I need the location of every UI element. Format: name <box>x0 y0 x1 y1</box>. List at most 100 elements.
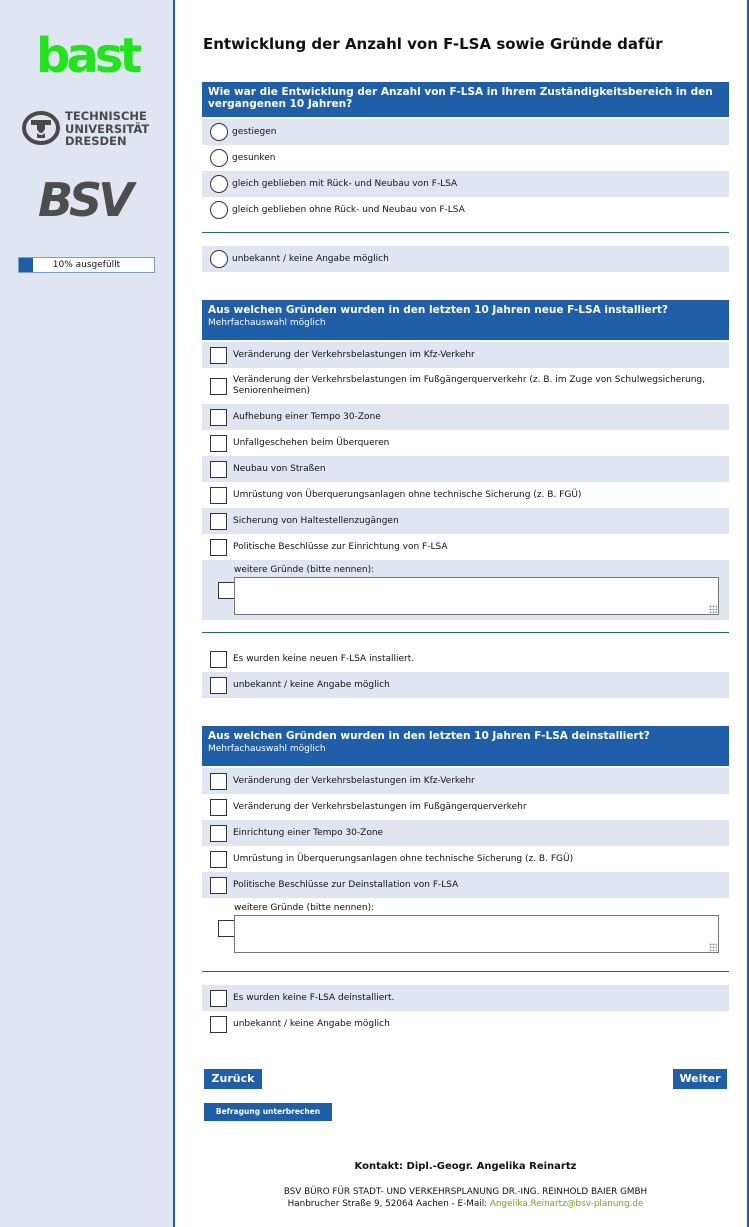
radio-button[interactable] <box>210 149 228 167</box>
q2-option-none[interactable]: Es wurden keine neuen F-LSA installiert. <box>202 646 729 672</box>
tud-line-1: TECHNISCHE <box>65 109 147 123</box>
option-label: Veränderung der Verkehrsbelastungen im K… <box>233 349 475 360</box>
checkbox[interactable] <box>210 434 227 452</box>
option-label: Politische Beschlüsse zur Deinstallation… <box>233 879 459 890</box>
q2-option-8[interactable]: Politische Beschlüsse zur Einrichtung vo… <box>202 534 729 560</box>
question-3-header: Aus welchen Gründen wurden in den letzte… <box>202 726 729 766</box>
progress-bar: 10% ausgefüllt <box>18 257 155 273</box>
radio-button[interactable] <box>210 175 228 193</box>
option-label: Umrüstung von Überquerungsanlagen ohne t… <box>233 489 582 500</box>
option-label: Sicherung von Haltestellenzugängen <box>233 515 399 526</box>
bast-logo: bast <box>36 28 142 84</box>
option-label: unbekannt / keine Angabe möglich <box>233 1018 390 1029</box>
option-label: gleich geblieben ohne Rück- und Neubau v… <box>232 204 465 215</box>
q3-option-5[interactable]: Politische Beschlüsse zur Deinstallation… <box>202 872 729 898</box>
question-1-header: Wie war die Entwicklung der Anzahl von F… <box>202 82 729 117</box>
checkbox[interactable] <box>210 460 227 478</box>
checkbox[interactable] <box>210 850 227 868</box>
q3-option-none[interactable]: Es wurden keine F-LSA deinstalliert. <box>202 985 729 1011</box>
q1-option-gesunken[interactable]: gesunken <box>202 145 729 171</box>
q1-option-unknown[interactable]: unbekannt / keine Angabe möglich <box>202 246 729 272</box>
tu-dresden-logo: TECHNISCHE UNIVERSITÄT DRESDEN <box>22 108 162 152</box>
q1-option-gleich-mit-neubau[interactable]: gleich geblieben mit Rück- und Neubau vo… <box>202 171 729 197</box>
option-label: gestiegen <box>232 126 277 137</box>
tu-dresden-emblem-icon <box>22 111 60 145</box>
q2-option-5[interactable]: Neubau von Straßen <box>202 456 729 482</box>
other-reasons-textarea[interactable] <box>234 577 719 615</box>
radio-button[interactable] <box>210 250 228 268</box>
checkbox[interactable] <box>210 650 227 668</box>
option-label: Veränderung der Verkehrsbelastungen im K… <box>233 775 475 786</box>
resize-grip-icon[interactable] <box>709 605 717 613</box>
progress-label: 10% ausgefüllt <box>52 260 121 270</box>
option-label: unbekannt / keine Angabe möglich <box>232 253 389 264</box>
other-reasons-textarea[interactable] <box>234 915 719 953</box>
checkbox[interactable] <box>210 989 227 1007</box>
option-label: Es wurden keine neuen F-LSA installiert. <box>233 653 415 664</box>
option-label: Veränderung der Verkehrsbelastungen im F… <box>233 375 706 396</box>
checkbox[interactable] <box>210 876 227 894</box>
option-label: Neubau von Straßen <box>233 463 326 474</box>
question-1-text: Wie war die Entwicklung der Anzahl von F… <box>208 86 713 110</box>
q2-option-1[interactable]: Veränderung der Verkehrsbelastungen im K… <box>202 342 729 368</box>
option-label: unbekannt / keine Angabe möglich <box>233 679 390 690</box>
bsv-logo-graphic: BSV <box>38 173 141 227</box>
survey-main: Entwicklung der Anzahl von F-LSA sowie G… <box>177 0 749 1227</box>
checkbox[interactable] <box>210 772 227 790</box>
next-button[interactable]: Weiter <box>673 1069 727 1089</box>
checkbox[interactable] <box>210 486 227 504</box>
question-2-hint: Mehrfachauswahl möglich <box>208 318 326 328</box>
checkbox[interactable] <box>210 512 227 530</box>
q2-option-4[interactable]: Unfallgeschehen beim Überqueren <box>202 430 729 456</box>
checkbox[interactable] <box>218 920 235 937</box>
q2-option-2[interactable]: Veränderung der Verkehrsbelastungen im F… <box>202 368 729 404</box>
divider <box>202 971 729 972</box>
resize-grip-icon[interactable] <box>709 943 717 951</box>
tud-line-3: DRESDEN <box>65 134 127 148</box>
q2-option-3[interactable]: Aufhebung einer Tempo 30-Zone <box>202 404 729 430</box>
sidebar: bast TECHNISCHE UNIVERSITÄT DRESDEN BSV … <box>0 0 175 1227</box>
q2-other-reasons: weitere Gründe (bitte nennen): <box>202 560 729 620</box>
q3-option-4[interactable]: Umrüstung in Überquerungsanlagen ohne te… <box>202 846 729 872</box>
option-label: Einrichtung einer Tempo 30-Zone <box>233 827 384 838</box>
radio-button[interactable] <box>210 201 228 219</box>
divider <box>202 232 729 233</box>
option-label: gesunken <box>232 152 276 163</box>
radio-button[interactable] <box>210 123 228 141</box>
checkbox[interactable] <box>210 1015 227 1033</box>
bsv-logo-text: BSV <box>38 176 137 222</box>
option-label: Politische Beschlüsse zur Einrichtung vo… <box>233 541 448 552</box>
checkbox[interactable] <box>218 582 235 599</box>
checkbox[interactable] <box>210 676 227 694</box>
q3-option-3[interactable]: Einrichtung einer Tempo 30-Zone <box>202 820 729 846</box>
question-3-text: Aus welchen Gründen wurden in den letzte… <box>208 730 650 742</box>
q2-option-7[interactable]: Sicherung von Haltestellenzugängen <box>202 508 729 534</box>
pause-survey-button[interactable]: Befragung unterbrechen <box>204 1103 332 1121</box>
checkbox[interactable] <box>210 538 227 556</box>
back-button[interactable]: Zurück <box>204 1069 262 1089</box>
q2-option-unknown[interactable]: unbekannt / keine Angabe möglich <box>202 672 729 698</box>
other-reasons-label: weitere Gründe (bitte nennen): <box>234 903 375 913</box>
checkbox[interactable] <box>210 824 227 842</box>
bsv-logo: BSV <box>36 173 146 227</box>
checkbox[interactable] <box>210 798 227 816</box>
other-reasons-label: weitere Gründe (bitte nennen): <box>234 565 375 575</box>
checkbox[interactable] <box>210 408 227 426</box>
option-label: Es wurden keine F-LSA deinstalliert. <box>233 992 395 1003</box>
q3-option-2[interactable]: Veränderung der Verkehrsbelastungen im F… <box>202 794 729 820</box>
q1-option-gestiegen[interactable]: gestiegen <box>202 119 729 145</box>
question-2-text: Aus welchen Gründen wurden in den letzte… <box>208 304 669 316</box>
checkbox[interactable] <box>210 346 227 364</box>
q3-option-1[interactable]: Veränderung der Verkehrsbelastungen im K… <box>202 768 729 794</box>
footer-email-link[interactable]: Angelika.Reinartz@bsv-planung.de <box>490 1199 643 1209</box>
q2-option-6[interactable]: Umrüstung von Überquerungsanlagen ohne t… <box>202 482 729 508</box>
q1-option-gleich-ohne-neubau[interactable]: gleich geblieben ohne Rück- und Neubau v… <box>202 197 729 223</box>
footer-address-line: Hanbrucher Straße 9, 52064 Aachen - E-Ma… <box>202 1198 729 1210</box>
question-3-hint: Mehrfachauswahl möglich <box>208 744 326 754</box>
checkbox[interactable] <box>210 377 227 395</box>
q3-option-unknown[interactable]: unbekannt / keine Angabe möglich <box>202 1011 729 1037</box>
page-title: Entwicklung der Anzahl von F-LSA sowie G… <box>203 35 663 53</box>
option-label: Veränderung der Verkehrsbelastungen im F… <box>233 801 527 812</box>
option-label: Aufhebung einer Tempo 30-Zone <box>233 411 381 422</box>
footer-company: BSV BÜRO FÜR STADT- UND VERKEHRSPLANUNG … <box>283 1187 648 1197</box>
